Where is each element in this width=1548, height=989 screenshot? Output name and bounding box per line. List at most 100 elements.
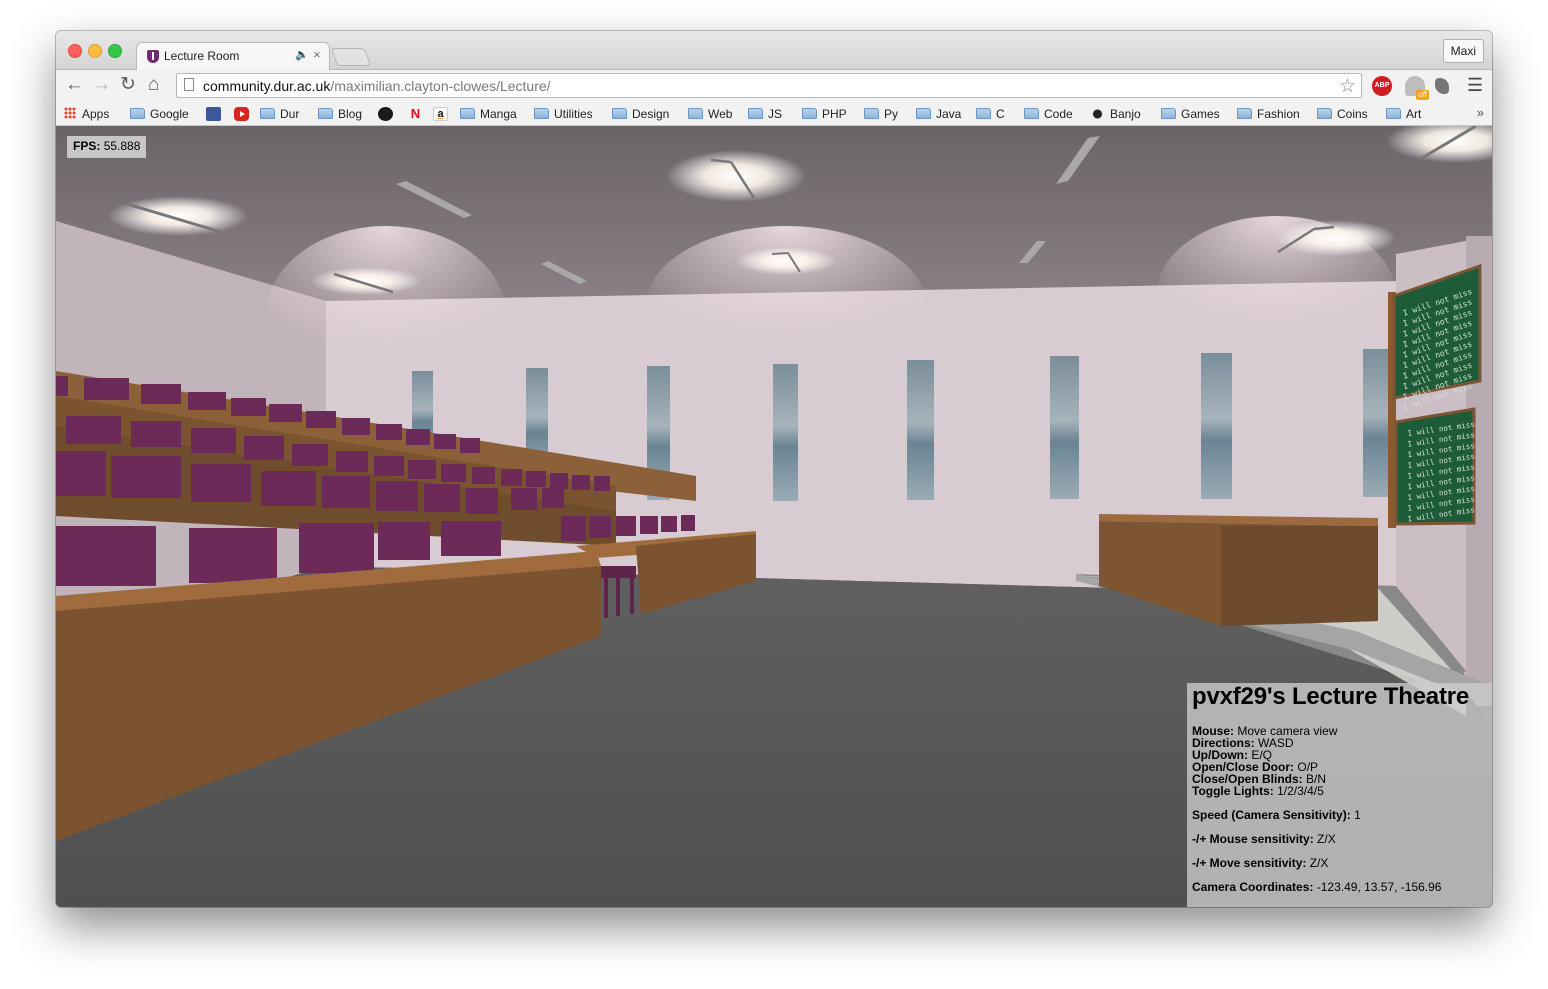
hamburger-menu-icon[interactable]: ☰ xyxy=(1467,75,1483,96)
camera-coordinates-key: Camera Coordinates: xyxy=(1192,880,1314,894)
back-arrow-icon[interactable]: ← xyxy=(65,74,84,96)
adblock-plus-icon[interactable]: ABP xyxy=(1372,76,1392,96)
bookmarks-overflow-icon[interactable]: » xyxy=(1477,105,1484,120)
fps-label: FPS: xyxy=(73,139,101,153)
mouse-sensitivity-value: Z/X xyxy=(1317,832,1336,846)
folder-icon xyxy=(748,108,763,119)
page-icon xyxy=(184,78,194,91)
speed-value: 1 xyxy=(1354,808,1361,822)
control-row: Toggle Lights: 1/2/3/4/5 xyxy=(1192,785,1492,797)
bookmark-label: Art xyxy=(1406,107,1422,121)
minimize-window-button[interactable] xyxy=(88,44,102,58)
bookmark-star-icon[interactable]: ☆ xyxy=(1339,75,1356,98)
amazon-icon[interactable]: a xyxy=(433,107,448,121)
bookmark-js[interactable]: JS xyxy=(748,106,782,122)
panel-title: pvxf29's Lecture Theatre xyxy=(1192,683,1470,710)
bookmark-blog[interactable]: Blog xyxy=(318,106,362,122)
mouse-sensitivity-row: -/+ Mouse sensitivity: Z/X xyxy=(1192,833,1492,845)
browser-window: Lecture Room 🔈 × Maxi ← → ↻ ⌂ community.… xyxy=(56,31,1492,907)
bookmark-c[interactable]: C xyxy=(976,106,1005,122)
url-host: community.dur.ac.uk xyxy=(203,78,331,94)
bookmark-dur[interactable]: Dur xyxy=(260,106,299,122)
fps-counter: FPS: 55.888 xyxy=(67,136,147,158)
banjo-icon[interactable] xyxy=(1090,107,1105,121)
bookmark-py[interactable]: Py xyxy=(864,106,898,122)
bookmark-label: Google xyxy=(150,107,189,121)
bookmark-design[interactable]: Design xyxy=(612,106,669,122)
bookmark-label: Manga xyxy=(480,107,517,121)
bookmark-banjo[interactable]: Banjo xyxy=(1110,106,1141,122)
folder-icon xyxy=(130,108,145,119)
bookmark-games[interactable]: Games xyxy=(1161,106,1220,122)
bookmark-art[interactable]: Art xyxy=(1386,106,1421,122)
bookmark-label: Code xyxy=(1044,107,1073,121)
toolbar: ← → ↻ ⌂ community.dur.ac.uk/maximilian.c… xyxy=(56,70,1492,103)
webgl-viewport[interactable]: I will not miss I will not miss I will not… xyxy=(56,126,1492,907)
tab-strip: Lecture Room 🔈 × Maxi xyxy=(56,31,1492,70)
bookmark-utilities[interactable]: Utilities xyxy=(534,106,593,122)
control-value: 1/2/3/4/5 xyxy=(1277,784,1324,798)
reload-icon[interactable]: ↻ xyxy=(120,74,136,96)
bookmark-label: Web xyxy=(708,107,733,121)
bookmark-php[interactable]: PHP xyxy=(802,106,847,122)
bookmark-fashion[interactable]: Fashion xyxy=(1237,106,1300,122)
tab-close-button[interactable]: × xyxy=(313,47,321,62)
url-path: /maximilian.clayton-clowes/Lecture/ xyxy=(330,78,551,94)
bookmark-manga[interactable]: Manga xyxy=(460,106,517,122)
wall-light-spot xyxy=(266,226,506,406)
move-sensitivity-value: Z/X xyxy=(1309,856,1329,870)
folder-icon xyxy=(1386,108,1401,119)
bookmark-label: Design xyxy=(632,107,670,121)
controls-info-panel: pvxf29's Lecture Theatre Mouse: Move cam… xyxy=(1187,683,1492,907)
bookmark-apps[interactable]: Apps xyxy=(64,106,109,122)
folder-icon xyxy=(1237,108,1252,119)
bookmark-label: Coins xyxy=(1337,107,1368,121)
profile-button[interactable]: Maxi xyxy=(1442,39,1484,63)
speaker-icon[interactable]: 🔈 xyxy=(295,48,309,61)
address-bar[interactable]: community.dur.ac.uk/maximilian.clayton-c… xyxy=(176,73,1362,98)
bookmark-label: JS xyxy=(768,107,783,121)
netflix-icon[interactable]: N xyxy=(408,107,423,121)
folder-icon xyxy=(1317,108,1332,119)
facebook-icon[interactable] xyxy=(206,107,221,121)
folder-icon xyxy=(1024,108,1039,119)
url-text[interactable]: community.dur.ac.uk/maximilian.clayton-c… xyxy=(203,78,551,94)
fps-value: 55.888 xyxy=(103,139,141,153)
github-icon[interactable] xyxy=(378,107,393,121)
bookmark-java[interactable]: Java xyxy=(916,106,961,122)
tab-title: Lecture Room xyxy=(164,49,240,63)
move-sensitivity-row: -/+ Move sensitivity: Z/X xyxy=(1192,857,1492,869)
folder-icon xyxy=(1161,108,1176,119)
new-tab-button[interactable] xyxy=(330,48,372,66)
bookmark-label: PHP xyxy=(822,107,847,121)
home-icon[interactable]: ⌂ xyxy=(148,74,159,96)
bookmark-label: Dur xyxy=(280,107,300,121)
bookmark-label: Games xyxy=(1181,107,1220,121)
ghostery-icon[interactable] xyxy=(1405,76,1429,100)
folder-icon xyxy=(688,108,703,119)
forward-arrow-icon[interactable]: → xyxy=(92,74,111,96)
bookmark-coins[interactable]: Coins xyxy=(1317,106,1368,122)
close-window-button[interactable] xyxy=(68,44,82,58)
folder-icon xyxy=(864,108,879,119)
speed-row: Speed (Camera Sensitivity): 1 xyxy=(1192,809,1492,821)
bookmark-label: Apps xyxy=(82,107,110,121)
folder-icon xyxy=(534,108,549,119)
bookmark-web[interactable]: Web xyxy=(688,106,732,122)
bookmark-label: Blog xyxy=(338,107,363,121)
folder-icon xyxy=(460,108,475,119)
camera-coordinates-value: -123.49, 13.57, -156.96 xyxy=(1316,880,1442,894)
camera-coordinates-row: Camera Coordinates: -123.49, 13.57, -156… xyxy=(1192,881,1492,893)
folder-icon xyxy=(802,108,817,119)
controls-list: Mouse: Move camera view Directions: WASD U… xyxy=(1192,725,1492,797)
move-sensitivity-key: -/+ Move sensitivity: xyxy=(1192,856,1307,870)
folder-icon xyxy=(260,108,275,119)
bookmark-code[interactable]: Code xyxy=(1024,106,1073,122)
bookmark-label: Fashion xyxy=(1257,107,1300,121)
tab-lecture-room[interactable]: Lecture Room 🔈 × xyxy=(136,42,330,70)
youtube-icon[interactable] xyxy=(234,107,249,121)
bookmark-google[interactable]: Google xyxy=(130,106,189,122)
zoom-window-button[interactable] xyxy=(108,44,122,58)
evernote-icon[interactable] xyxy=(1435,78,1449,94)
folder-icon xyxy=(612,108,627,119)
